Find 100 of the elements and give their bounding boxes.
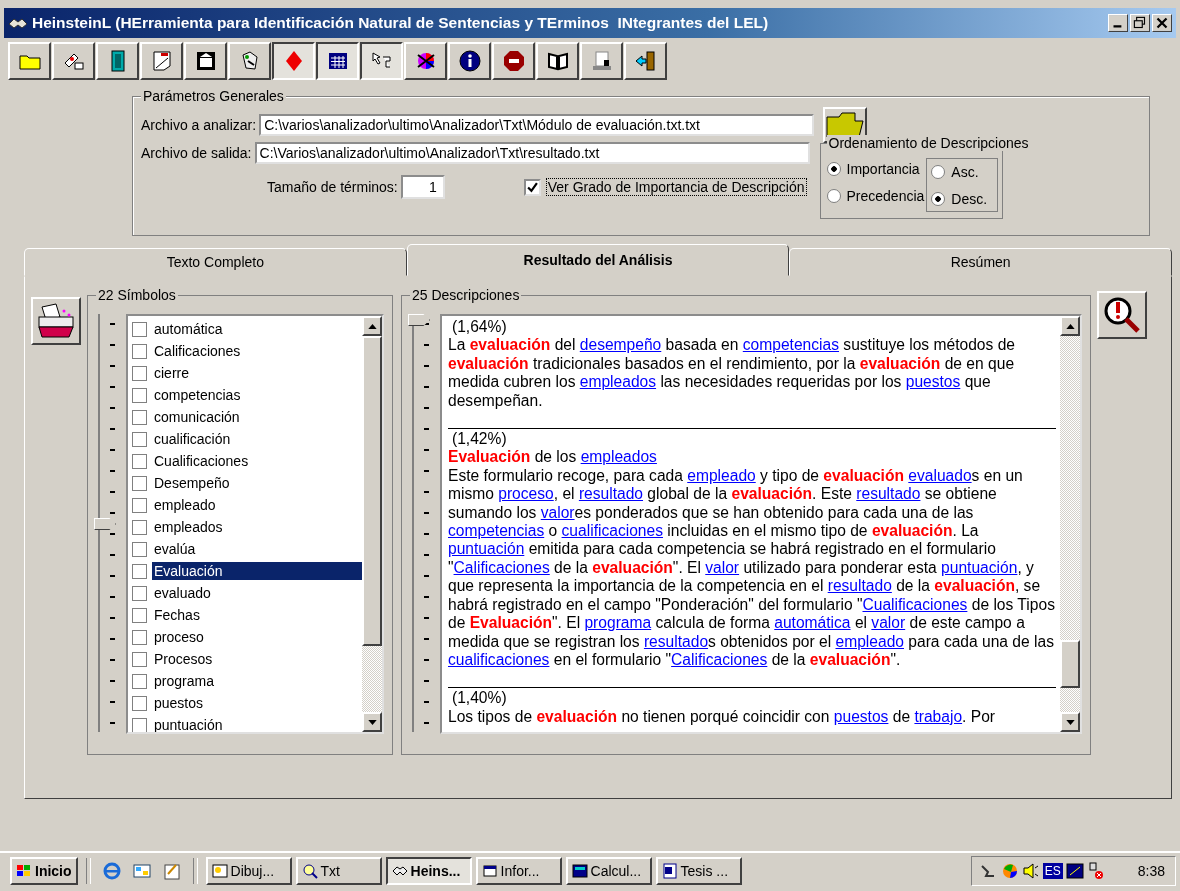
slider-thumb[interactable] — [94, 518, 116, 530]
slider-thumb[interactable] — [408, 314, 430, 326]
checkbox[interactable] — [132, 717, 147, 732]
checkbox[interactable] — [132, 695, 147, 711]
scroll-down-button[interactable] — [1060, 712, 1080, 732]
checkbox[interactable] — [132, 475, 147, 491]
checkbox[interactable] — [132, 629, 147, 645]
term-link[interactable]: competencias — [448, 522, 545, 540]
list-item[interactable]: evalúa — [152, 540, 362, 558]
list-item[interactable]: empleados — [152, 518, 362, 536]
term-link[interactable]: empleados — [579, 373, 657, 391]
list-item[interactable]: evaluado — [152, 584, 362, 602]
tab[interactable]: Texto Completo — [24, 248, 407, 276]
term-link[interactable]: resultado — [856, 485, 921, 503]
radio-button[interactable] — [931, 191, 946, 206]
taskbar-button[interactable]: Dibuj... — [205, 857, 292, 885]
browser-icon[interactable] — [101, 861, 122, 881]
radio-label[interactable]: Precedencia — [846, 187, 925, 204]
checkbox[interactable]: Ver Grado de Importancia de Descripción — [523, 178, 806, 196]
term-link[interactable]: desempeño — [579, 336, 662, 354]
taskbar-button[interactable]: Tesis ... — [655, 857, 742, 885]
list-item[interactable]: Procesos — [152, 650, 362, 668]
term-link[interactable]: resultado — [643, 632, 709, 650]
term-link[interactable]: competencias — [742, 336, 839, 354]
minimize-icon[interactable] — [1108, 14, 1128, 32]
list-item[interactable]: competencias — [152, 386, 362, 404]
checkbox[interactable] — [132, 585, 147, 601]
list-item[interactable]: puntuación — [152, 716, 362, 732]
term-link[interactable]: resultado — [827, 577, 892, 595]
globe-icon[interactable] — [1000, 862, 1019, 880]
monitor-icon[interactable] — [1065, 862, 1084, 880]
radio-label[interactable]: Asc. — [951, 163, 979, 180]
term-link[interactable]: empleado — [835, 632, 904, 650]
radio-button[interactable] — [826, 188, 841, 203]
tab[interactable]: Resultado del Análisis — [406, 244, 790, 276]
list-item[interactable]: automática — [152, 320, 362, 338]
list-item[interactable]: proceso — [152, 628, 362, 646]
scrollbar[interactable] — [362, 316, 382, 732]
term-link[interactable]: valor — [540, 503, 575, 521]
checkbox[interactable] — [132, 409, 147, 425]
taskbar-button[interactable]: Infor... — [475, 857, 562, 885]
list-item[interactable]: Cualificaciones — [152, 452, 362, 470]
term-link[interactable]: Cualificaciones — [862, 595, 968, 613]
toolbar-button[interactable] — [316, 42, 359, 80]
scroll-up-button[interactable] — [362, 316, 382, 336]
checkbox[interactable] — [132, 607, 147, 623]
term-link[interactable]: puntuación — [941, 558, 1018, 576]
term-link[interactable]: puestos — [833, 707, 889, 725]
checkbox[interactable] — [132, 541, 147, 557]
close-icon[interactable] — [1152, 14, 1172, 32]
term-link[interactable]: resultado — [578, 485, 644, 503]
list-item[interactable]: comunicación — [152, 408, 362, 426]
radio-button[interactable] — [931, 164, 946, 179]
search-button[interactable] — [1097, 291, 1147, 339]
term-link[interactable]: empleado — [687, 466, 756, 484]
list-item[interactable]: cierre — [152, 364, 362, 382]
scroll-down-button[interactable] — [362, 712, 382, 732]
taskbar-button[interactable]: Heins... — [385, 857, 472, 885]
checkbox[interactable] — [132, 321, 147, 337]
radio-label[interactable]: Importancia — [846, 160, 920, 177]
scroll-thumb[interactable] — [362, 336, 382, 646]
tab[interactable]: Resúmen — [789, 248, 1172, 276]
checkbox[interactable] — [132, 497, 147, 513]
term-size-field[interactable]: 1 — [400, 175, 445, 199]
term-link[interactable]: proceso — [498, 485, 554, 503]
list-item[interactable]: programa — [152, 672, 362, 690]
list-item[interactable]: empleado — [152, 496, 362, 514]
checkbox[interactable] — [132, 453, 147, 469]
term-link[interactable]: cualificaciones — [448, 650, 550, 668]
term-link[interactable]: Calificaciones — [671, 650, 768, 668]
scrollbar[interactable] — [1060, 316, 1080, 732]
term-link[interactable]: puntuación — [448, 540, 525, 558]
checkbox[interactable] — [132, 387, 147, 403]
checkbox[interactable] — [132, 563, 147, 579]
start-button[interactable]: Inicio — [10, 857, 78, 885]
print-button[interactable] — [31, 297, 81, 345]
term-link[interactable]: puestos — [905, 373, 961, 391]
list-item[interactable]: Fechas — [152, 606, 362, 624]
term-link[interactable]: Calificaciones — [453, 558, 550, 576]
list-item[interactable]: cualificación — [152, 430, 362, 448]
notepad-icon[interactable] — [161, 861, 182, 881]
checkbox[interactable] — [132, 431, 147, 447]
taskbar-button[interactable]: Txt — [295, 857, 382, 885]
term-link[interactable]: evaluado — [908, 466, 972, 484]
list-item[interactable]: puestos — [152, 694, 362, 712]
radio-button[interactable] — [826, 161, 841, 176]
desktop-icon[interactable] — [131, 861, 152, 881]
list-item[interactable]: Desempeño — [152, 474, 362, 492]
checkbox[interactable] — [132, 365, 147, 381]
checkbox[interactable] — [132, 519, 147, 535]
output-file-field[interactable]: C:\Varios\analizador\ultimo\Analizador\Txt\resultado.txt — [254, 142, 810, 164]
term-link[interactable]: automática — [774, 614, 851, 632]
scroll-thumb[interactable] — [1060, 640, 1080, 688]
term-link[interactable]: valor — [871, 614, 906, 632]
scroll-up-button[interactable] — [1060, 316, 1080, 336]
language-indicator[interactable]: ES — [1042, 863, 1063, 879]
toolbar-button[interactable] — [360, 42, 403, 80]
speaker-icon[interactable] — [1021, 862, 1040, 880]
restore-icon[interactable] — [1130, 14, 1150, 32]
term-link[interactable]: valor — [705, 558, 740, 576]
